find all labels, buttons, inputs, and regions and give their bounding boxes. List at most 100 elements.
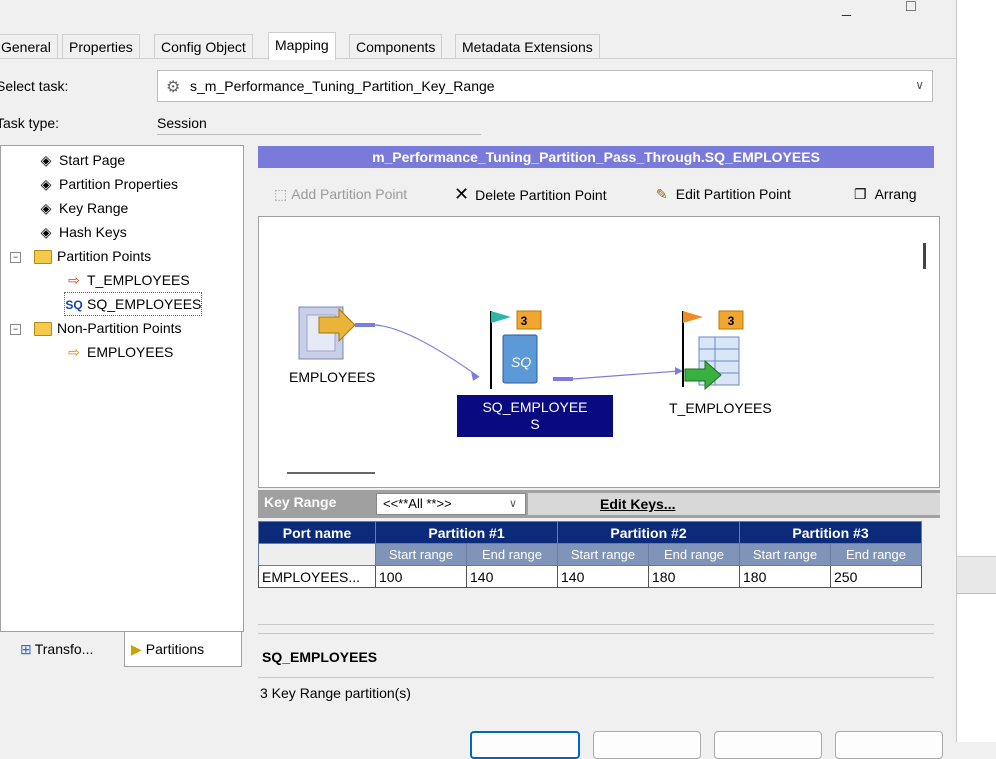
tree-item-employees[interactable]: ⇨ EMPLOYEES: [65, 341, 173, 363]
collapse-icon[interactable]: −: [10, 324, 21, 335]
help-button[interactable]: [835, 731, 943, 759]
select-task-dropdown[interactable]: ⚙ s_m_Performance_Tuning_Partition_Key_R…: [157, 70, 933, 102]
delete-icon: ✕: [454, 184, 470, 204]
cancel-button[interactable]: [593, 731, 701, 759]
tab-mapping[interactable]: Mapping: [268, 32, 336, 60]
tree-item-partition-points[interactable]: Partition Points: [34, 245, 151, 267]
partition-tree[interactable]: ◈ Start Page ◈ Partition Properties ◈ Key R…: [0, 145, 244, 632]
info-panel: SQ_EMPLOYEES 3 Key Range partition(s): [258, 647, 934, 705]
mapping-canvas[interactable]: SQ 3 3 EMPLOYEES SQ_EMPLOYEE S T_EMPLOYE…: [258, 216, 940, 488]
select-task-label: Select task:: [0, 78, 69, 94]
diamond-icon: ◈: [40, 200, 52, 216]
port-name-cell[interactable]: EMPLOYEES...: [258, 565, 376, 588]
column-header-port-name: Port name: [258, 521, 376, 544]
arrow-icon: [675, 367, 683, 375]
tree-item-key-range[interactable]: ◈ Key Range: [37, 197, 129, 219]
add-partition-icon: ⬚: [274, 186, 288, 202]
edit-partition-point-button[interactable]: ✎ Edit Partition Point: [656, 176, 791, 212]
target-label: T_EMPLOYEES: [669, 400, 772, 416]
range-cell[interactable]: 180: [648, 565, 740, 588]
edit-keys-bar: Edit Keys...: [528, 493, 940, 515]
source-label: EMPLOYEES: [289, 369, 375, 385]
minimize-button[interactable]: _: [842, 0, 851, 18]
tree-item-non-partition-points[interactable]: Non-Partition Points: [34, 317, 182, 339]
chevron-down-icon: ∨: [508, 498, 517, 510]
range-cell[interactable]: 100: [375, 565, 467, 588]
diamond-icon: ◈: [40, 176, 52, 192]
task-type-label: Task type:: [0, 115, 60, 131]
target-partition-count: 3: [728, 314, 735, 328]
tab-partitions[interactable]: ▶ Partitions: [124, 632, 242, 667]
maximize-button[interactable]: □: [906, 0, 916, 16]
mapping-title: m_Performance_Tuning_Partition_Pass_Thro…: [258, 146, 934, 168]
arrange-icon: ❐: [854, 186, 867, 202]
tab-divider: [0, 58, 956, 59]
tab-components[interactable]: Components: [349, 34, 443, 59]
ok-button[interactable]: [470, 731, 580, 759]
source-port: [355, 323, 375, 327]
column-header-partition-3: Partition #3: [739, 521, 922, 544]
pencil-icon: ✎: [656, 186, 668, 202]
tree-item-start-page[interactable]: ◈ Start Page: [37, 149, 126, 171]
link-line: [572, 370, 680, 380]
collapse-icon[interactable]: −: [10, 252, 21, 263]
partitions-icon: ▶: [131, 641, 142, 657]
table-row[interactable]: EMPLOYEES... 100 140 140 180 180 250: [258, 565, 922, 588]
tree-item-hash-keys[interactable]: ◈ Hash Keys: [37, 221, 127, 243]
gear-icon: ⚙: [166, 79, 181, 96]
tab-config-object[interactable]: Config Object: [154, 34, 253, 59]
subheader-end-range: End range: [648, 543, 740, 566]
sq-label-line1: SQ_EMPLOYEE: [482, 399, 587, 415]
subheader-blank: [258, 543, 376, 566]
subheader-start-range: Start range: [375, 543, 467, 566]
range-cell[interactable]: 140: [466, 565, 558, 588]
subheader-start-range: Start range: [739, 543, 831, 566]
title-bar: [0, 0, 956, 30]
tab-general[interactable]: General: [0, 34, 58, 59]
column-header-partition-2: Partition #2: [557, 521, 740, 544]
range-cell[interactable]: 250: [830, 565, 922, 588]
tab-transformations[interactable]: ⊞ Transfo...: [14, 632, 124, 666]
edit-keys-link[interactable]: Edit Keys...: [600, 496, 675, 512]
range-cell[interactable]: 140: [557, 565, 649, 588]
vertical-scrollbar[interactable]: [923, 243, 926, 269]
sq-label-line2: S: [530, 416, 539, 432]
tree-item-t-employees[interactable]: ⇨ T_EMPLOYEES: [65, 269, 190, 291]
source-definition-icon[interactable]: [298, 306, 356, 360]
chevron-down-icon[interactable]: ∨: [915, 78, 924, 92]
mapping-diagram: SQ 3 3 EMPLOYEES SQ_EMPLOYEE S T_EMPLOYE…: [289, 306, 772, 437]
tab-properties[interactable]: Properties: [62, 34, 140, 59]
task-type-value: Session: [157, 112, 481, 135]
diamond-icon: ◈: [40, 224, 52, 240]
folder-icon: [34, 250, 52, 265]
arrange-button[interactable]: ❐ Arrang: [854, 176, 917, 212]
key-range-header: Key Range <<**All **>> ∨ Edit Keys...: [258, 490, 940, 518]
transformations-icon: ⊞: [20, 641, 32, 657]
separator: [258, 603, 934, 647]
tree-item-partition-properties[interactable]: ◈ Partition Properties: [37, 173, 178, 195]
svg-text:SQ: SQ: [511, 354, 531, 370]
select-task-value: s_m_Performance_Tuning_Partition_Key_Ran…: [190, 78, 495, 94]
navigator-tabs: ⊞ Transfo... ▶ Partitions: [0, 632, 244, 668]
sq-port: [553, 377, 573, 381]
sq-partition-count: 3: [521, 314, 528, 328]
tab-metadata-extensions[interactable]: Metadata Extensions: [455, 34, 600, 59]
add-partition-point-button[interactable]: ⬚ Add Partition Point: [274, 176, 407, 212]
subheader-start-range: Start range: [557, 543, 649, 566]
source-qualifier-node[interactable]: SQ: [490, 310, 542, 389]
info-partition-count: 3 Key Range partition(s): [260, 685, 411, 701]
target-icon: ⇨: [68, 272, 80, 288]
tree-item-sq-employees[interactable]: SQ SQ_EMPLOYEES: [63, 292, 203, 316]
horizontal-scrollbar[interactable]: [287, 472, 375, 474]
key-range-filter-dropdown[interactable]: <<**All **>> ∨: [376, 493, 526, 515]
key-range-table: Port name Partition #1 Partition #2 Part…: [258, 521, 922, 588]
range-cell[interactable]: 180: [739, 565, 831, 588]
source-qualifier-icon: SQ: [65, 298, 83, 312]
column-header-partition-1: Partition #1: [375, 521, 558, 544]
apply-button[interactable]: [714, 731, 822, 759]
key-range-title: Key Range: [264, 494, 337, 510]
partition-toolbar: ⬚ Add Partition Point ✕ Delete Partition P…: [258, 176, 934, 212]
delete-partition-point-button[interactable]: ✕ Delete Partition Point: [454, 176, 607, 212]
subheader-end-range: End range: [830, 543, 922, 566]
info-transformation-name: SQ_EMPLOYEES: [262, 649, 378, 665]
